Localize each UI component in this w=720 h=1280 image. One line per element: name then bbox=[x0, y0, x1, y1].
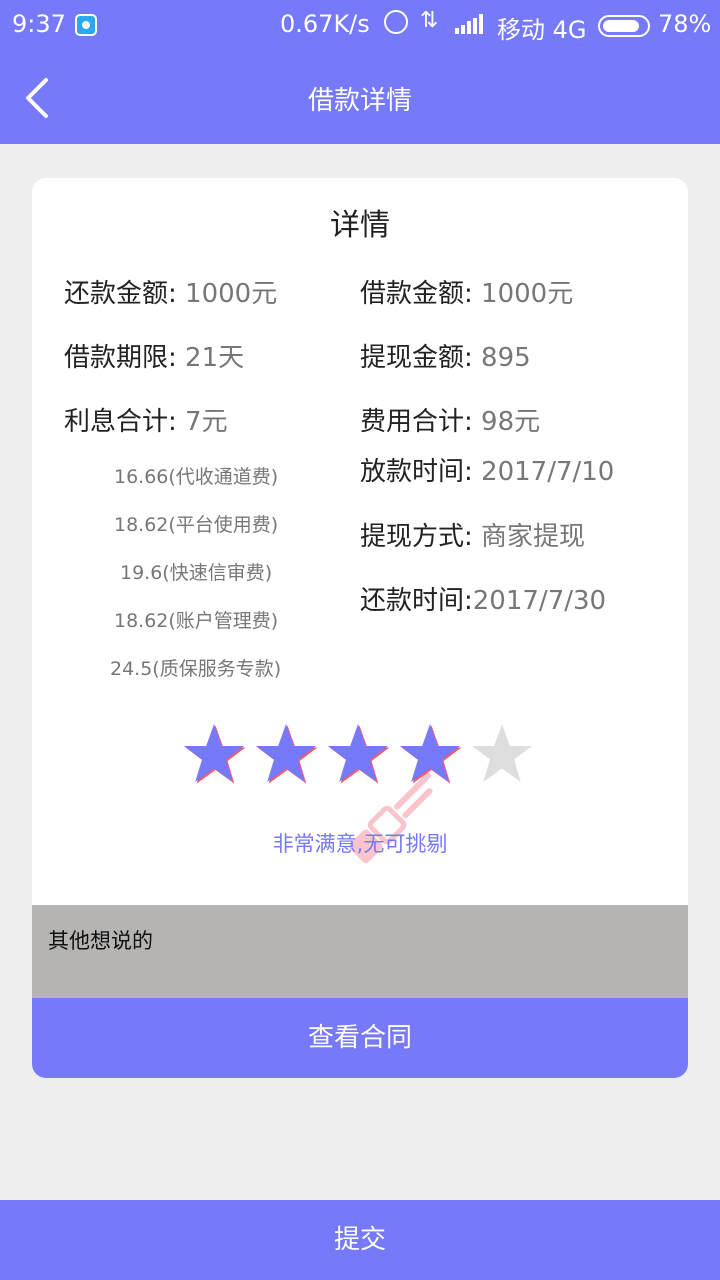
alarm-icon bbox=[384, 10, 408, 34]
details-card: 详情 还款金额: 1000元 借款期限: 21天 利息合计: 7元 16.66(… bbox=[32, 178, 688, 1078]
network-speed: 0.67K/s bbox=[280, 10, 370, 38]
status-bar: 9:37 0.67K/s ⇅ 移动 4G 78% bbox=[0, 0, 720, 52]
field-label: 放款时间: bbox=[360, 457, 473, 487]
star-filled-icon[interactable] bbox=[254, 722, 318, 786]
field-disburse-time: 放款时间: 2017/7/10 bbox=[360, 451, 614, 488]
field-repay-amount: 还款金额: 1000元 bbox=[64, 273, 277, 310]
star-rating[interactable] bbox=[182, 722, 542, 786]
fee-item: 18.62(平台使用费) bbox=[114, 514, 279, 536]
field-label: 借款期限: bbox=[64, 343, 177, 373]
comment-placeholder: 其他想说的 bbox=[48, 929, 153, 953]
field-value: 2017/7/30 bbox=[472, 586, 607, 616]
fee-item: 18.62(账户管理费) bbox=[114, 610, 279, 632]
field-value: 7元 bbox=[176, 407, 228, 437]
carrier-label: 移动 4G bbox=[497, 16, 587, 44]
fee-item: 19.6(快速信审费) bbox=[120, 562, 273, 584]
field-value: 21天 bbox=[176, 343, 245, 373]
field-value: 商家提现 bbox=[472, 522, 586, 552]
fee-item: 24.5(质保服务专款) bbox=[110, 658, 282, 680]
field-withdraw-amount: 提现金额: 895 bbox=[360, 337, 531, 374]
notification-app-icon bbox=[75, 14, 97, 36]
field-interest-total: 利息合计: 7元 bbox=[64, 401, 228, 438]
field-label: 利息合计: bbox=[64, 407, 177, 437]
page-title: 借款详情 bbox=[307, 86, 412, 116]
card-title: 详情 bbox=[330, 208, 390, 243]
comment-input[interactable]: 其他想说的 bbox=[32, 905, 688, 998]
signal-icon bbox=[455, 14, 485, 34]
field-value: 1000元 bbox=[176, 279, 278, 309]
star-filled-icon[interactable] bbox=[398, 722, 462, 786]
field-label: 还款金额: bbox=[64, 279, 177, 309]
rating-text: 非常满意,无可挑剔 bbox=[272, 832, 448, 856]
nav-bar: 借款详情 bbox=[0, 52, 720, 144]
status-time: 9:37 bbox=[12, 10, 66, 38]
field-withdraw-method: 提现方式: 商家提现 bbox=[360, 516, 585, 553]
field-fee-total: 费用合计: 98元 bbox=[360, 401, 540, 438]
field-label: 还款时间: bbox=[360, 586, 473, 616]
view-contract-button[interactable]: 查看合同 bbox=[32, 998, 688, 1078]
field-label: 提现方式: bbox=[360, 522, 473, 552]
field-label: 提现金额: bbox=[360, 343, 473, 373]
field-loan-amount: 借款金额: 1000元 bbox=[360, 273, 573, 310]
field-value: 98元 bbox=[472, 407, 541, 437]
field-value: 1000元 bbox=[472, 279, 574, 309]
battery-icon bbox=[598, 15, 650, 37]
star-filled-icon[interactable] bbox=[326, 722, 390, 786]
submit-button[interactable]: 提交 bbox=[0, 1200, 720, 1280]
field-loan-term: 借款期限: 21天 bbox=[64, 337, 244, 374]
star-empty-icon[interactable] bbox=[470, 722, 534, 786]
field-value: 2017/7/10 bbox=[472, 457, 615, 487]
field-label: 费用合计: bbox=[360, 407, 473, 437]
data-transfer-icon: ⇅ bbox=[420, 8, 439, 33]
fee-item: 16.66(代收通道费) bbox=[114, 466, 279, 488]
field-value: 895 bbox=[472, 343, 531, 373]
battery-percent: 78% bbox=[658, 10, 712, 38]
field-label: 借款金额: bbox=[360, 279, 473, 309]
field-repay-time: 还款时间:2017/7/30 bbox=[360, 580, 606, 617]
star-filled-icon[interactable] bbox=[182, 722, 246, 786]
